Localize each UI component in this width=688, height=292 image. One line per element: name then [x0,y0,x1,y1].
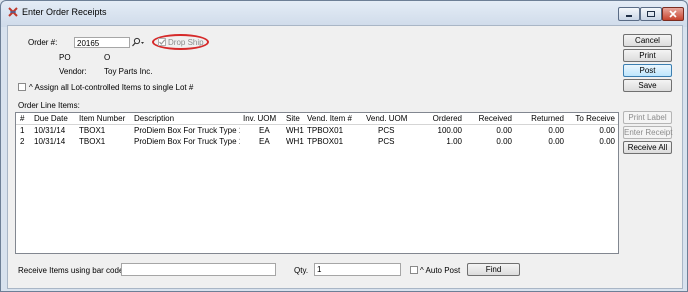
cell-ordered: 1.00 [446,137,462,146]
qty-label: Qty. [294,266,309,275]
post-button[interactable]: Post [623,64,672,77]
auto-post-label: ^ Auto Post [420,266,461,275]
cell-vend-item: TPBOX01 [307,137,344,146]
cell-received: 0.00 [496,126,512,135]
cancel-button[interactable]: Cancel [623,34,672,47]
cell-ordered: 100.00 [437,126,462,135]
app-icon [8,7,18,17]
drop-ship-label: Drop Ship [168,38,204,47]
col-header-site[interactable]: Site [286,114,306,123]
maximize-icon [647,11,655,17]
window-title: Enter Order Receipts [22,7,107,17]
enter-receipt-button[interactable]: Enter Receipt [623,126,672,139]
cell-vend-uom: PCS [378,137,395,146]
auto-post-checkbox[interactable] [410,266,418,274]
minimize-icon [626,15,632,17]
cell-description: ProDiem Box For Truck Type 1 [134,126,240,135]
barcode-input[interactable] [121,263,276,276]
cell-site: WH1 [286,126,304,135]
col-header-vend-uom[interactable]: Vend. UOM [366,114,410,123]
col-header-ordered[interactable]: Ordered [418,114,462,123]
order-lines-grid[interactable]: # Due Date Item Number Description Inv. … [15,112,619,254]
col-header-description[interactable]: Description [134,114,234,123]
order-number-input[interactable]: 20165 [74,37,130,48]
col-header-line[interactable]: # [20,114,28,123]
vendor-label: Vendor: [59,67,87,76]
save-button[interactable]: Save [623,79,672,92]
cell-due-date: 10/31/14 [34,126,66,135]
cell-inv-uom: EA [259,137,270,146]
order-status-value: O [104,53,111,62]
col-header-to-receive[interactable]: To Receive [569,114,615,123]
cell-item-number: TBOX1 [79,126,106,135]
client-area: Order #: 20165 Drop Ship PO O Vendor: To… [7,25,683,289]
col-header-vend-item[interactable]: Vend. Item # [307,114,363,123]
order-number-label: Order #: [28,38,58,47]
magnifier-dropdown-icon[interactable] [131,37,145,48]
cell-inv-uom: EA [259,126,270,135]
vendor-value: Toy Parts Inc. [104,67,153,76]
assign-lot-label: ^ Assign all Lot-controlled Items to sin… [29,83,194,92]
col-header-inv-uom[interactable]: Inv. UOM [243,114,283,123]
drop-ship-checkbox[interactable] [158,38,166,46]
cell-site: WH1 [286,137,304,146]
barcode-label: Receive Items using bar code: [18,266,126,275]
maximize-button[interactable] [640,7,662,21]
cell-returned: 0.00 [548,137,564,146]
col-header-item-number[interactable]: Item Number [79,114,134,123]
receive-all-button[interactable]: Receive All [623,141,672,154]
cell-vend-item: TPBOX01 [307,126,344,135]
order-type-value: PO [59,53,71,62]
cell-received: 0.00 [496,137,512,146]
print-button[interactable]: Print [623,49,672,62]
cell-to-receive: 0.00 [599,126,615,135]
col-header-returned[interactable]: Returned [519,114,564,123]
print-label-button[interactable]: Print Label [623,111,672,124]
cell-description: ProDiem Box For Truck Type 1 [134,137,240,146]
cell-item-number: TBOX1 [79,137,106,146]
col-header-due-date[interactable]: Due Date [34,114,74,123]
cell-line: 2 [20,137,25,146]
cell-line: 1 [20,126,25,135]
grid-header: # Due Date Item Number Description Inv. … [16,113,618,125]
assign-lot-checkbox[interactable] [18,83,26,91]
checkmark-icon [159,39,166,45]
find-button[interactable]: Find [467,263,520,276]
cell-to-receive: 0.00 [599,137,615,146]
cell-returned: 0.00 [548,126,564,135]
close-icon [669,10,677,18]
order-lines-label: Order Line Items: [18,101,80,110]
qty-input[interactable]: 1 [314,263,401,276]
order-receipts-window: Enter Order Receipts Order #: 20165 Drop… [0,0,688,292]
title-bar[interactable]: Enter Order Receipts [1,1,687,25]
table-row[interactable]: 1 10/31/14 TBOX1 ProDiem Box For Truck T… [16,125,618,136]
cell-due-date: 10/31/14 [34,137,66,146]
table-row[interactable]: 2 10/31/14 TBOX1 ProDiem Box For Truck T… [16,136,618,147]
close-button[interactable] [662,7,684,21]
cell-vend-uom: PCS [378,126,395,135]
col-header-received[interactable]: Received [467,114,512,123]
minimize-button[interactable] [618,7,640,21]
